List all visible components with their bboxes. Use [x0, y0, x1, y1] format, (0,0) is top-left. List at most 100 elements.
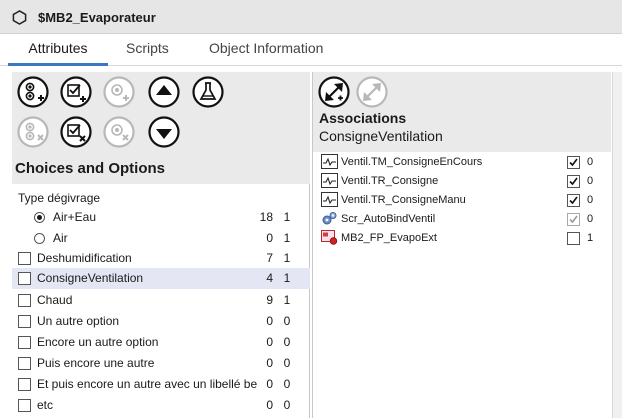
option-count: 18 — [259, 210, 273, 224]
arrow-up-icon — [148, 76, 180, 108]
unbind-arrows-disabled-icon — [356, 76, 388, 108]
remove-radio-button[interactable] — [16, 115, 50, 149]
remove-option-button[interactable] — [102, 115, 136, 149]
choices-toolbar: Choices and Options — [12, 72, 310, 184]
radio-air-eau[interactable] — [34, 212, 45, 223]
association-checkbox-disabled[interactable] — [567, 213, 580, 226]
association-count: 0 — [587, 194, 594, 206]
association-checkbox[interactable] — [567, 194, 580, 207]
window-titlebar: $MB2_Evaporateur — [0, 0, 622, 34]
test-button[interactable] — [191, 75, 225, 109]
option-flag: 1 — [283, 251, 291, 265]
association-row[interactable]: Ventil.TR_ConsigneManu 0 — [319, 191, 609, 210]
option-count: 0 — [266, 314, 273, 328]
association-checkbox[interactable] — [567, 175, 580, 188]
checkmark-icon — [569, 177, 578, 186]
move-down-button[interactable] — [147, 115, 181, 149]
remove-checkbox-button[interactable] — [59, 115, 93, 149]
association-row[interactable]: Ventil.TR_Consigne 0 — [319, 172, 609, 191]
option-row[interactable]: Et puis encore un autre avec un libellé … — [12, 374, 310, 395]
option-flag: 1 — [283, 231, 291, 245]
option-row[interactable]: Puis encore une autre 0 0 — [12, 353, 310, 374]
option-flag: 0 — [283, 356, 291, 370]
option-count: 0 — [266, 231, 273, 245]
option-row[interactable]: Chaud 9 1 — [12, 290, 310, 311]
script-gears-icon — [322, 212, 337, 225]
association-count: 0 — [587, 175, 594, 187]
option-row[interactable]: Un autre option 0 0 — [12, 311, 310, 332]
option-row[interactable]: Air 0 1 — [12, 228, 310, 249]
association-row[interactable]: Scr_AutoBindVentil 0 — [319, 210, 609, 229]
option-label: ConsigneVentilation — [37, 271, 144, 285]
association-count: 0 — [587, 213, 594, 225]
tab-attributes[interactable]: Attributes — [8, 34, 108, 66]
associations-subtitle: ConsigneVentilation — [319, 128, 443, 144]
checkbox-puis-encore-une-autre[interactable] — [18, 357, 31, 370]
checkmark-icon — [569, 158, 578, 167]
option-flag: 0 — [283, 377, 291, 391]
checkbox-encore-un-autre-option[interactable] — [18, 336, 31, 349]
option-label: Air+Eau — [53, 210, 97, 224]
bind-association-button[interactable] — [317, 75, 351, 109]
association-label: Ventil.TM_ConsigneEnCours — [341, 156, 483, 168]
add-checkbox-button[interactable] — [59, 75, 93, 109]
option-row[interactable]: Deshumidification 7 1 — [12, 248, 310, 269]
remove-radio-disabled-icon — [17, 116, 49, 148]
option-label: etc — [37, 398, 54, 412]
option-count: 0 — [266, 356, 273, 370]
option-label: Puis encore une autre — [37, 356, 155, 370]
add-option-button[interactable] — [102, 75, 136, 109]
option-label: Chaud — [37, 293, 73, 307]
option-flag: 1 — [283, 210, 291, 224]
association-row[interactable]: MB2_FP_EvapoExt 1 — [319, 229, 609, 248]
option-flag: 0 — [283, 335, 291, 349]
association-row[interactable]: Ventil.TM_ConsigneEnCours 0 — [319, 153, 609, 172]
trend-icon — [321, 154, 338, 169]
hexagon-icon — [12, 10, 27, 25]
option-count: 9 — [266, 293, 273, 307]
option-count: 4 — [266, 271, 273, 285]
option-row[interactable]: Air+Eau 18 1 — [12, 207, 310, 228]
add-option-disabled-icon — [103, 76, 135, 108]
move-up-button[interactable] — [147, 75, 181, 109]
option-row[interactable]: Encore un autre option 0 0 — [12, 332, 310, 353]
group-label: Type dégivrage — [18, 191, 101, 205]
option-flag: 0 — [283, 398, 291, 412]
arrow-down-icon — [148, 116, 180, 148]
checkbox-etc[interactable] — [18, 399, 31, 412]
option-flag: 1 — [283, 293, 291, 307]
add-checkbox-icon — [60, 76, 92, 108]
checkbox-un-autre-option[interactable] — [18, 315, 31, 328]
tab-object-information[interactable]: Object Information — [209, 34, 323, 66]
checkmark-icon — [569, 215, 578, 224]
option-count: 0 — [266, 335, 273, 349]
option-count: 7 — [266, 251, 273, 265]
checkbox-chaud[interactable] — [18, 294, 31, 307]
option-row[interactable]: etc 0 0 — [12, 395, 310, 416]
group-header: Type dégivrage — [12, 188, 310, 209]
choices-panel: Choices and Options Type dégivrage Air+E… — [12, 72, 310, 418]
faceplate-icon — [321, 230, 338, 245]
association-checkbox[interactable] — [567, 156, 580, 169]
option-flag: 1 — [283, 271, 291, 285]
option-row-selected[interactable]: ConsigneVentilation 4 1 — [12, 268, 310, 289]
remove-option-disabled-icon — [103, 116, 135, 148]
option-label: Deshumidification — [37, 251, 132, 265]
unbind-association-button[interactable] — [355, 75, 389, 109]
option-count: 0 — [266, 398, 273, 412]
vertical-scrollbar[interactable] — [612, 72, 622, 418]
flask-icon — [192, 76, 224, 108]
trend-icon — [321, 173, 338, 188]
association-count: 1 — [587, 232, 594, 244]
tab-scripts[interactable]: Scripts — [126, 34, 169, 66]
option-label: Encore un autre option — [37, 335, 159, 349]
add-radio-button[interactable] — [16, 75, 50, 109]
checkbox-et-puis-encore[interactable] — [18, 378, 31, 391]
association-label: Scr_AutoBindVentil — [341, 213, 436, 225]
radio-air[interactable] — [34, 233, 45, 244]
checkbox-consigneventilation[interactable] — [18, 272, 31, 285]
checkbox-deshumidification[interactable] — [18, 252, 31, 265]
association-checkbox[interactable] — [567, 232, 580, 245]
association-label: Ventil.TR_Consigne — [341, 175, 439, 187]
associations-title: Associations — [319, 110, 407, 126]
